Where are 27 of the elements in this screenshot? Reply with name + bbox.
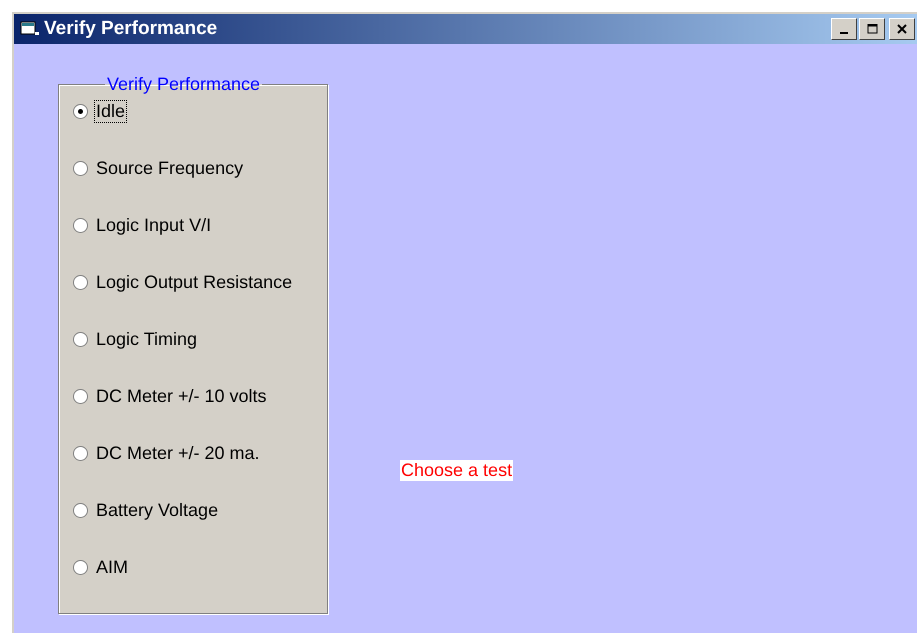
- window-icon: [20, 21, 40, 37]
- window-title: Verify Performance: [44, 18, 218, 40]
- close-icon: [897, 24, 907, 34]
- radio-button[interactable]: [73, 104, 88, 119]
- radio-option[interactable]: AIM: [73, 539, 327, 596]
- maximize-icon: [866, 24, 878, 34]
- status-label: Choose a test: [400, 460, 514, 481]
- radio-button[interactable]: [73, 332, 88, 347]
- radio-button[interactable]: [73, 389, 88, 404]
- minimize-button[interactable]: [831, 18, 857, 40]
- group-title: Verify Performance: [106, 74, 262, 95]
- radio-button[interactable]: [73, 161, 88, 176]
- radio-button[interactable]: [73, 275, 88, 290]
- radio-option[interactable]: Logic Output Resistance: [73, 254, 327, 311]
- radio-button[interactable]: [73, 218, 88, 233]
- radio-button[interactable]: [73, 503, 88, 518]
- radio-option[interactable]: Battery Voltage: [73, 482, 327, 539]
- radio-button[interactable]: [73, 560, 88, 575]
- radio-option[interactable]: Logic Input V/I: [73, 197, 327, 254]
- radio-option[interactable]: DC Meter +/- 20 ma.: [73, 425, 327, 482]
- minimize-icon: [840, 32, 848, 34]
- maximize-button[interactable]: [859, 18, 885, 40]
- close-button[interactable]: [889, 18, 915, 40]
- radio-option[interactable]: Logic Timing: [73, 311, 327, 368]
- radio-option[interactable]: Source Frequency: [73, 140, 327, 197]
- radio-option[interactable]: DC Meter +/- 10 volts: [73, 368, 327, 425]
- radio-button[interactable]: [73, 446, 88, 461]
